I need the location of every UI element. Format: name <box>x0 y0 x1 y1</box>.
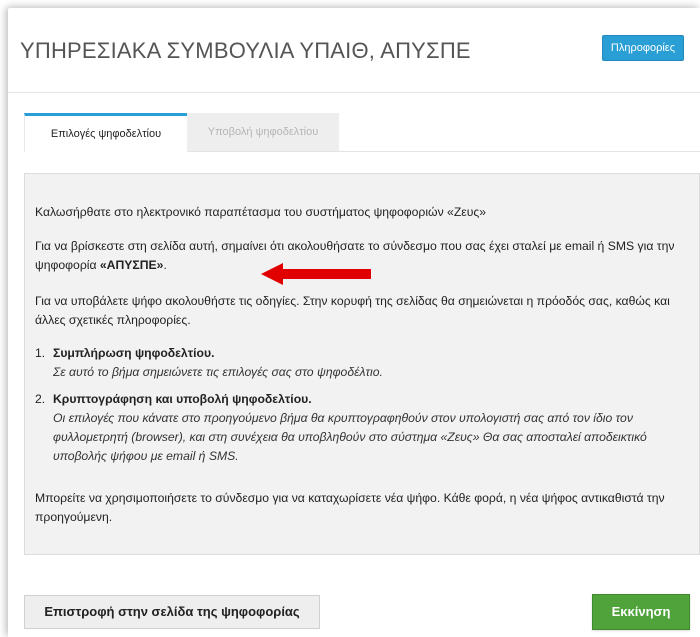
step-item: 1. Συμπλήρωση ψηφοδελτίου. Σε αυτό το βή… <box>35 344 687 382</box>
step-item: 2. Κρυπτογράφηση και υποβολή ψηφοδελτίου… <box>35 390 687 466</box>
page-container: ΥΠΗΡΕΣΙΑΚΑ ΣΥΜΒΟΥΛΙΑ ΥΠΑΙΘ, ΑΠΥΣΠΕ Πληρο… <box>8 8 700 637</box>
tab-bar: Επιλογές ψηφοδελτίου Υποβολή ψηφοδελτίου <box>24 113 700 152</box>
step-title: Κρυπτογράφηση και υποβολή ψηφοδελτίου. <box>53 392 312 406</box>
step-number: 1. <box>35 346 46 360</box>
instructions-text: Για να υποβάλετε ψήφο ακολουθήστε τις οδ… <box>35 294 670 327</box>
election-name: «ΑΠΥΣΠΕ» <box>99 258 164 272</box>
info-button[interactable]: Πληροφορίες <box>601 35 684 61</box>
steps-list: 1. Συμπλήρωση ψηφοδελτίου. Σε αυτό το βή… <box>35 344 687 474</box>
step-description: Οι επιλογές που κάνατε στο προηγούμενο β… <box>53 411 647 463</box>
step-description: Σε αυτό το βήμα σημειώνετε τις επιλογές … <box>53 365 383 379</box>
step-title: Συμπλήρωση ψηφοδελτίου. <box>53 346 215 360</box>
page-title: ΥΠΗΡΕΣΙΑΚΑ ΣΥΜΒΟΥΛΙΑ ΥΠΑΙΘ, ΑΠΥΣΠΕ <box>20 38 471 63</box>
page-header: ΥΠΗΡΕΣΙΑΚΑ ΣΥΜΒΟΥΛΙΑ ΥΠΑΙΘ, ΑΠΥΣΠΕ Πληρο… <box>8 8 700 93</box>
back-to-election-button[interactable]: Επιστροφή στην σελίδα της ψηφοφορίας <box>24 595 320 629</box>
link-note-end: . <box>163 258 167 272</box>
tab-ballot-options[interactable]: Επιλογές ψηφοδελτίου <box>24 113 188 152</box>
instructions-panel: Καλωσήρθατε στο ηλεκτρονικό παραπέτασμα … <box>24 173 700 555</box>
welcome-text: Καλωσήρθατε στο ηλεκτρονικό παραπέτασμα … <box>35 205 487 219</box>
revote-note: Μπορείτε να χρησιμοποιήσετε το σύνδεσμο … <box>35 491 665 524</box>
red-arrow-icon <box>261 263 371 285</box>
step-number: 2. <box>35 392 46 406</box>
start-button[interactable]: Εκκίνηση <box>592 594 690 630</box>
tab-ballot-submission: Υποβολή ψηφοδελτίου <box>187 113 339 151</box>
